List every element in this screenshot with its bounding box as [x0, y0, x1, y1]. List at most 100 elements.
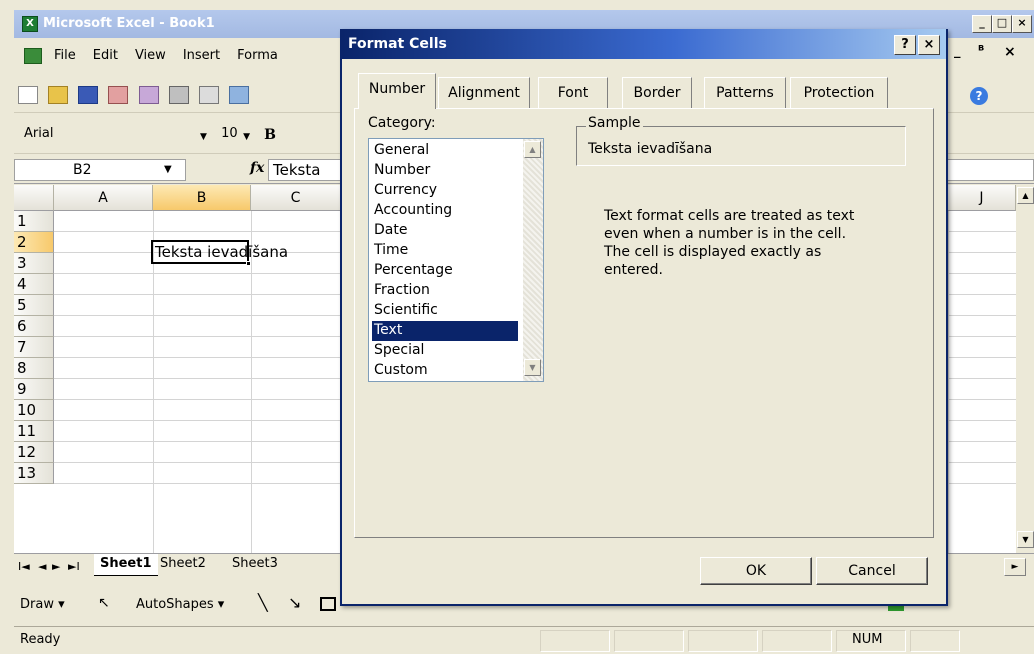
font-name-box[interactable]: Arial — [20, 124, 200, 146]
dialog-title-bar[interactable]: Format Cells ? × — [342, 29, 946, 59]
category-scrollbar[interactable]: ▲ ▼ — [523, 139, 543, 381]
column-header-b[interactable]: B — [153, 185, 251, 211]
doc-minimize-button[interactable]: _ — [954, 44, 961, 59]
column-header-a[interactable]: A — [54, 185, 153, 211]
maximize-button[interactable]: □ — [992, 15, 1012, 33]
next-sheet-icon[interactable]: ► — [52, 560, 60, 573]
row-header-12[interactable]: 12 — [14, 442, 54, 463]
help-button[interactable]: ? — [894, 35, 916, 55]
tab-sheet1[interactable]: Sheet1 — [94, 554, 158, 576]
category-scroll-up-icon[interactable]: ▲ — [524, 141, 541, 158]
print-icon[interactable] — [168, 86, 189, 104]
row-header-3[interactable]: 3 — [14, 253, 54, 274]
status-num-lock: NUM — [852, 632, 883, 647]
save-icon[interactable] — [78, 86, 99, 104]
doc-close-button[interactable]: × — [1004, 44, 1016, 60]
cell-b2[interactable]: Teksta ievadīšana — [151, 240, 288, 266]
first-sheet-icon[interactable]: I◄ — [18, 560, 30, 573]
format-description: Text format cells are treated as text ev… — [604, 208, 855, 278]
hscroll-right-icon[interactable]: ► — [1004, 558, 1026, 576]
help-icon[interactable]: ? — [948, 87, 994, 107]
vertical-scrollbar[interactable]: ▲ ▼ — [1016, 185, 1034, 553]
category-scroll-down-icon[interactable]: ▼ — [524, 359, 541, 376]
row-header-5[interactable]: 5 — [14, 295, 54, 316]
category-item-percentage[interactable]: Percentage — [372, 261, 518, 281]
menu-file[interactable]: File — [54, 48, 76, 63]
last-sheet-icon[interactable]: ►I — [68, 560, 80, 573]
sample-label: Sample — [586, 115, 643, 131]
column-header-c[interactable]: C — [251, 185, 341, 211]
scroll-up-icon[interactable]: ▲ — [1017, 187, 1034, 204]
font-size-box[interactable]: 10 — [217, 124, 243, 146]
autoshapes-button[interactable]: AutoShapes ▾ — [136, 597, 224, 612]
format-cells-dialog: Format Cells ? × Number Alignment Font B… — [340, 29, 948, 606]
row-header-10[interactable]: 10 — [14, 400, 54, 421]
tab-sheet3[interactable]: Sheet3 — [226, 554, 284, 576]
row-header-11[interactable]: 11 — [14, 421, 54, 442]
tab-number[interactable]: Number — [358, 73, 436, 109]
tab-protection[interactable]: Protection — [790, 77, 888, 108]
email-icon[interactable] — [138, 86, 159, 104]
tab-border[interactable]: Border — [622, 77, 692, 108]
category-item-scientific[interactable]: Scientific — [372, 301, 518, 321]
row-header-13[interactable]: 13 — [14, 463, 54, 484]
line-icon[interactable]: ╲ — [258, 593, 268, 612]
dialog-close-button[interactable]: × — [918, 35, 940, 55]
menu-insert[interactable]: Insert — [183, 48, 220, 63]
size-dropdown-icon[interactable]: ▼ — [243, 132, 250, 142]
menu-format[interactable]: Forma — [237, 48, 278, 63]
row-header-1[interactable]: 1 — [14, 211, 54, 232]
category-list[interactable]: General Number Currency Accounting Date Time P… — [368, 138, 544, 382]
category-item-custom[interactable]: Custom — [372, 361, 518, 381]
tab-sheet2[interactable]: Sheet2 — [154, 554, 212, 576]
doc-restore-button[interactable]: ᴮ — [978, 44, 984, 59]
tab-patterns[interactable]: Patterns — [704, 77, 786, 108]
draw-menu-button[interactable]: Draw ▾ — [20, 597, 65, 612]
print-preview-icon[interactable] — [198, 86, 219, 104]
category-item-currency[interactable]: Currency — [372, 181, 518, 201]
cancel-button[interactable]: Cancel — [816, 557, 928, 585]
row-header-4[interactable]: 4 — [14, 274, 54, 295]
spelling-icon[interactable] — [228, 86, 249, 104]
excel-icon: X — [22, 15, 38, 32]
menu-view[interactable]: View — [135, 48, 166, 63]
minimize-button[interactable]: _ — [972, 15, 992, 33]
category-item-time[interactable]: Time — [372, 241, 518, 261]
row-header-8[interactable]: 8 — [14, 358, 54, 379]
select-objects-icon[interactable]: ↖ — [98, 595, 110, 611]
open-icon[interactable] — [48, 86, 69, 104]
new-icon[interactable] — [18, 86, 38, 104]
column-header-j[interactable]: J — [948, 185, 1016, 211]
bold-button[interactable]: B — [264, 127, 276, 143]
row-header-2[interactable]: 2 — [14, 232, 54, 253]
ok-button[interactable]: OK — [700, 557, 812, 585]
category-item-date[interactable]: Date — [372, 221, 518, 241]
select-all-corner[interactable] — [14, 185, 54, 211]
name-box-dropdown-icon[interactable]: ▼ — [164, 164, 172, 175]
fx-icon[interactable]: fx — [250, 160, 264, 176]
category-item-special[interactable]: Special — [372, 341, 518, 361]
rectangle-icon[interactable] — [320, 597, 336, 611]
arrow-icon[interactable]: ↘ — [288, 593, 301, 612]
dialog-title: Format Cells — [348, 36, 447, 52]
row-header-9[interactable]: 9 — [14, 379, 54, 400]
name-box[interactable]: B2 — [14, 159, 186, 181]
menu-edit[interactable]: Edit — [93, 48, 118, 63]
category-item-number[interactable]: Number — [372, 161, 518, 181]
category-item-text[interactable]: Text — [372, 321, 518, 341]
tab-alignment[interactable]: Alignment — [438, 77, 530, 108]
prev-sheet-icon[interactable]: ◄ — [38, 560, 46, 573]
cell-b2-text: Teksta ievadīšana — [155, 243, 289, 261]
category-item-general[interactable]: General — [372, 141, 518, 161]
permission-icon[interactable] — [108, 86, 129, 104]
scroll-down-icon[interactable]: ▼ — [1017, 531, 1034, 548]
tab-font[interactable]: Font — [538, 77, 608, 108]
category-item-accounting[interactable]: Accounting — [372, 201, 518, 221]
fill-handle[interactable] — [246, 261, 251, 266]
row-header-6[interactable]: 6 — [14, 316, 54, 337]
category-item-fraction[interactable]: Fraction — [372, 281, 518, 301]
font-dropdown-icon[interactable]: ▼ — [200, 132, 207, 142]
close-button[interactable]: × — [1012, 15, 1032, 33]
row-header-7[interactable]: 7 — [14, 337, 54, 358]
workbook-icon[interactable] — [24, 47, 42, 64]
